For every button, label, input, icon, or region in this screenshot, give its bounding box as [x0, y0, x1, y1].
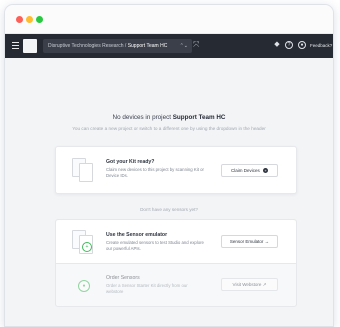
empty-state-title-prefix: No devices in project	[112, 114, 173, 121]
visit-webstore-button[interactable]: Visit Webstore ↗	[221, 278, 278, 291]
hamburger-menu-icon[interactable]	[12, 42, 19, 49]
help-icon[interactable]: ?	[285, 41, 293, 49]
no-sensors-heading: Don't have any sensors yet?	[140, 207, 198, 212]
chevron-updown-icon: ⌃⌄	[179, 43, 188, 49]
empty-state-subtitle: You can create a new project or switch t…	[72, 126, 266, 131]
breadcrumb-org: Disruptive Technologies Research	[48, 43, 124, 49]
top-navbar: Disruptive Technologies Research / Suppo…	[5, 34, 333, 58]
sensor-emulator-title: Use the Sensor emulator	[106, 232, 168, 238]
app-window: Disruptive Technologies Research / Suppo…	[4, 4, 334, 327]
window-titlebar	[5, 5, 333, 34]
project-breadcrumb-select[interactable]: Disruptive Technologies Research / Suppo…	[43, 39, 192, 53]
tag-icon[interactable]: ◆	[273, 41, 281, 49]
sensor-icon: ●	[78, 280, 90, 292]
expand-arrows-icon[interactable]: ⤧	[193, 40, 199, 50]
claim-kit-description: Claim new devices to this project by sca…	[106, 167, 204, 178]
maximize-window-button[interactable]	[36, 16, 43, 23]
plus-circle-icon: +	[263, 168, 269, 174]
empty-state-project-name: Support Team HC	[172, 114, 226, 121]
claim-devices-button[interactable]: Claim Devices +	[221, 164, 278, 177]
arrow-right-icon: →	[264, 239, 270, 244]
claim-kit-title: Got your Kit ready?	[106, 159, 155, 165]
minimize-window-button[interactable]	[26, 16, 33, 23]
empty-state-title: No devices in project Support Team HC	[5, 114, 333, 121]
sensor-emulator-card: + Use the Sensor emulator Create emulate…	[56, 220, 296, 264]
sensor-emulator-button[interactable]: Sensor Emulator →	[221, 235, 278, 248]
visit-webstore-label: Visit Webstore	[232, 282, 262, 287]
claim-kit-card: Got your Kit ready? Claim new devices to…	[55, 146, 297, 194]
breadcrumb-project: Support Team HC	[127, 43, 168, 49]
order-sensors-title: Order Sensors	[106, 275, 140, 281]
sensor-emulator-description: Create emulated sensors to test Studio a…	[106, 240, 204, 251]
sensor-emulator-label: Sensor Emulator	[229, 239, 264, 244]
order-sensors-card: ● Order Sensors Order a Sensor Starter K…	[56, 263, 296, 306]
emulator-plus-icon: +	[82, 242, 92, 252]
close-window-button[interactable]	[16, 16, 23, 23]
user-icon[interactable]: ●	[298, 41, 306, 49]
emulator-cards-icon: +	[72, 228, 94, 254]
feedback-link[interactable]: Feedback?	[310, 43, 332, 48]
logo-icon[interactable]	[23, 39, 37, 53]
kit-cards-icon	[72, 156, 94, 182]
alternative-options-group: + Use the Sensor emulator Create emulate…	[55, 219, 297, 307]
order-sensors-description: Order a Sensor Starter Kit directly from…	[106, 283, 188, 294]
external-link-icon: ↗	[262, 282, 267, 287]
claim-devices-label: Claim Devices	[230, 168, 260, 173]
